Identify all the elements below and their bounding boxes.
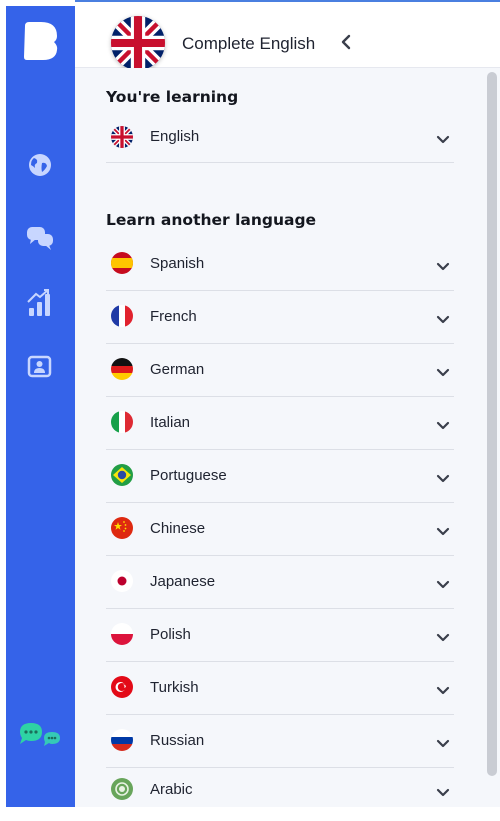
sidebar <box>6 6 75 807</box>
language-row-polish[interactable]: Polish <box>106 609 454 662</box>
language-label: Japanese <box>150 573 215 590</box>
globe-icon[interactable] <box>26 151 54 183</box>
scrollbar[interactable] <box>487 72 497 776</box>
language-row-spanish[interactable]: Spanish <box>106 238 454 291</box>
progress-chart-icon[interactable] <box>26 288 54 322</box>
teacher-screen-icon[interactable] <box>26 353 54 385</box>
language-row-japanese[interactable]: Japanese <box>106 556 454 609</box>
chevron-down-icon[interactable] <box>436 130 450 149</box>
language-row-chinese[interactable]: Chinese <box>106 503 454 556</box>
language-row-french[interactable]: French <box>106 291 454 344</box>
language-row-english[interactable]: English <box>106 110 454 163</box>
chevron-left-icon[interactable] <box>340 34 352 54</box>
section-title-another: Learn another language <box>106 211 316 229</box>
language-row-italian[interactable]: Italian <box>106 397 454 450</box>
italy-flag-icon <box>111 411 133 433</box>
language-row-portuguese[interactable]: Portuguese <box>106 450 454 503</box>
language-label: Turkish <box>150 679 199 696</box>
chevron-down-icon[interactable] <box>436 363 450 382</box>
turkey-flag-icon <box>111 676 133 698</box>
support-chat-icon[interactable] <box>16 720 66 756</box>
language-label: English <box>150 128 199 145</box>
france-flag-icon <box>111 305 133 327</box>
chevron-down-icon[interactable] <box>436 681 450 700</box>
language-row-arabic[interactable]: Arabic <box>106 768 454 821</box>
language-label: Italian <box>150 414 190 431</box>
language-row-german[interactable]: German <box>106 344 454 397</box>
china-flag-icon <box>111 517 133 539</box>
language-label: Spanish <box>150 255 204 272</box>
chevron-down-icon[interactable] <box>436 469 450 488</box>
chevron-down-icon[interactable] <box>436 628 450 647</box>
chevron-down-icon[interactable] <box>436 575 450 594</box>
uk-flag-icon[interactable] <box>111 16 165 70</box>
chevron-down-icon[interactable] <box>436 257 450 276</box>
course-title[interactable]: Complete English <box>182 34 315 54</box>
language-label: Russian <box>150 732 204 749</box>
course-header: Complete English <box>75 0 500 68</box>
language-label: Chinese <box>150 520 205 537</box>
chevron-down-icon[interactable] <box>436 734 450 753</box>
japan-flag-icon <box>111 570 133 592</box>
section-title-learning: You're learning <box>106 88 238 106</box>
poland-flag-icon <box>111 623 133 645</box>
chevron-down-icon[interactable] <box>436 310 450 329</box>
language-label: Polish <box>150 626 191 643</box>
language-label: Arabic <box>150 781 193 798</box>
germany-flag-icon <box>111 358 133 380</box>
arabic-flag-icon <box>111 778 133 800</box>
language-row-russian[interactable]: Russian <box>106 715 454 768</box>
spain-flag-icon <box>111 252 133 274</box>
language-panel: You're learning English Learn another la… <box>75 68 500 807</box>
chevron-down-icon[interactable] <box>436 522 450 541</box>
uk-flag-icon <box>111 126 133 148</box>
language-label: Portuguese <box>150 467 227 484</box>
language-label: French <box>150 308 197 325</box>
brazil-flag-icon <box>111 464 133 486</box>
russia-flag-icon <box>111 729 133 751</box>
chevron-down-icon[interactable] <box>436 783 450 802</box>
busuu-logo-icon[interactable] <box>23 22 59 64</box>
language-row-turkish[interactable]: Turkish <box>106 662 454 715</box>
chat-bubbles-icon[interactable] <box>26 224 56 256</box>
language-label: German <box>150 361 204 378</box>
chevron-down-icon[interactable] <box>436 416 450 435</box>
